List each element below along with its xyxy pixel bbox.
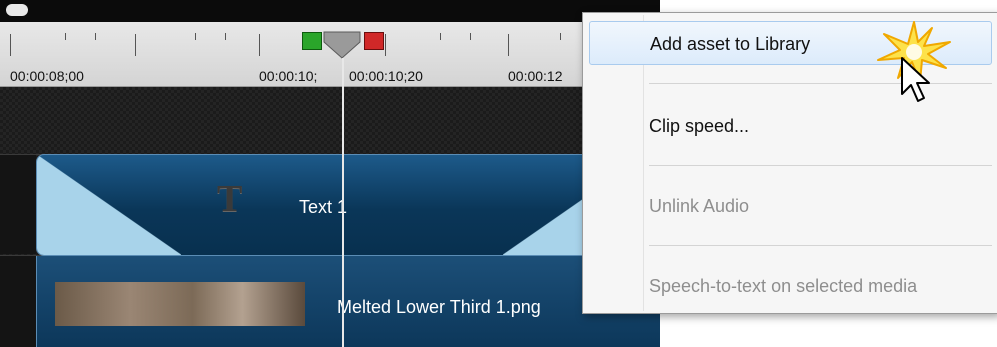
mouse-pointer-icon — [901, 57, 930, 102]
media-clip[interactable]: Melted Lower Third 1.png — [36, 256, 660, 347]
ruler-tick — [440, 33, 441, 40]
menu-item-unlink-audio[interactable]: Unlink Audio — [589, 184, 992, 228]
playhead-handle[interactable] — [322, 30, 362, 60]
ruler-tick — [560, 33, 561, 40]
menu-separator — [649, 245, 992, 246]
ruler-tick — [95, 33, 96, 40]
text-clip[interactable]: T Text 1 — [36, 154, 660, 256]
scrollbar-thumb[interactable] — [6, 4, 28, 16]
ruler-tick — [508, 34, 509, 56]
ruler-label: 00:00:08;00 — [10, 68, 84, 84]
ruler-tick — [10, 34, 11, 56]
ruler-tick — [135, 34, 136, 56]
text-clip-label: Text 1 — [299, 197, 348, 217]
ruler-label: 00:00:12 — [508, 68, 563, 84]
transition-in[interactable] — [37, 155, 181, 255]
track-header[interactable] — [0, 155, 36, 254]
ruler-label: 00:00:10; — [259, 68, 318, 84]
in-point-marker[interactable] — [302, 32, 322, 50]
clip-thumbnail — [55, 282, 305, 326]
menu-item-label: Unlink Audio — [649, 196, 750, 216]
text-T-icon: T — [217, 178, 243, 220]
ruler-tick — [470, 33, 471, 40]
menu-item-clip-speed[interactable]: Clip speed... — [589, 104, 992, 148]
ruler-tick — [385, 34, 386, 56]
menu-item-speech-to-text[interactable]: Speech-to-text on selected media — [589, 264, 992, 308]
ruler-tick — [65, 33, 66, 40]
track-header[interactable] — [0, 256, 36, 347]
ruler-tick — [225, 33, 226, 40]
timeline-scrollbar[interactable] — [0, 0, 660, 22]
timeline-panel[interactable]: 00:00:08;00 00:00:10; 00:00:10;20 00:00:… — [0, 0, 660, 347]
media-clip-label: Melted Lower Third 1.png — [337, 297, 541, 317]
menu-item-label: Clip speed... — [649, 116, 750, 136]
out-point-marker[interactable] — [364, 32, 384, 50]
menu-separator — [649, 165, 992, 166]
screenshot-frame: 00:00:08;00 00:00:10; 00:00:10;20 00:00:… — [0, 0, 997, 347]
ruler-label: 00:00:10;20 — [349, 68, 423, 84]
playhead-line[interactable] — [342, 58, 344, 347]
ruler-tick — [195, 33, 196, 40]
ruler-tick — [259, 34, 260, 56]
menu-item-label: Speech-to-text on selected media — [649, 276, 918, 296]
menu-item-label: Add asset to Library — [650, 34, 811, 54]
